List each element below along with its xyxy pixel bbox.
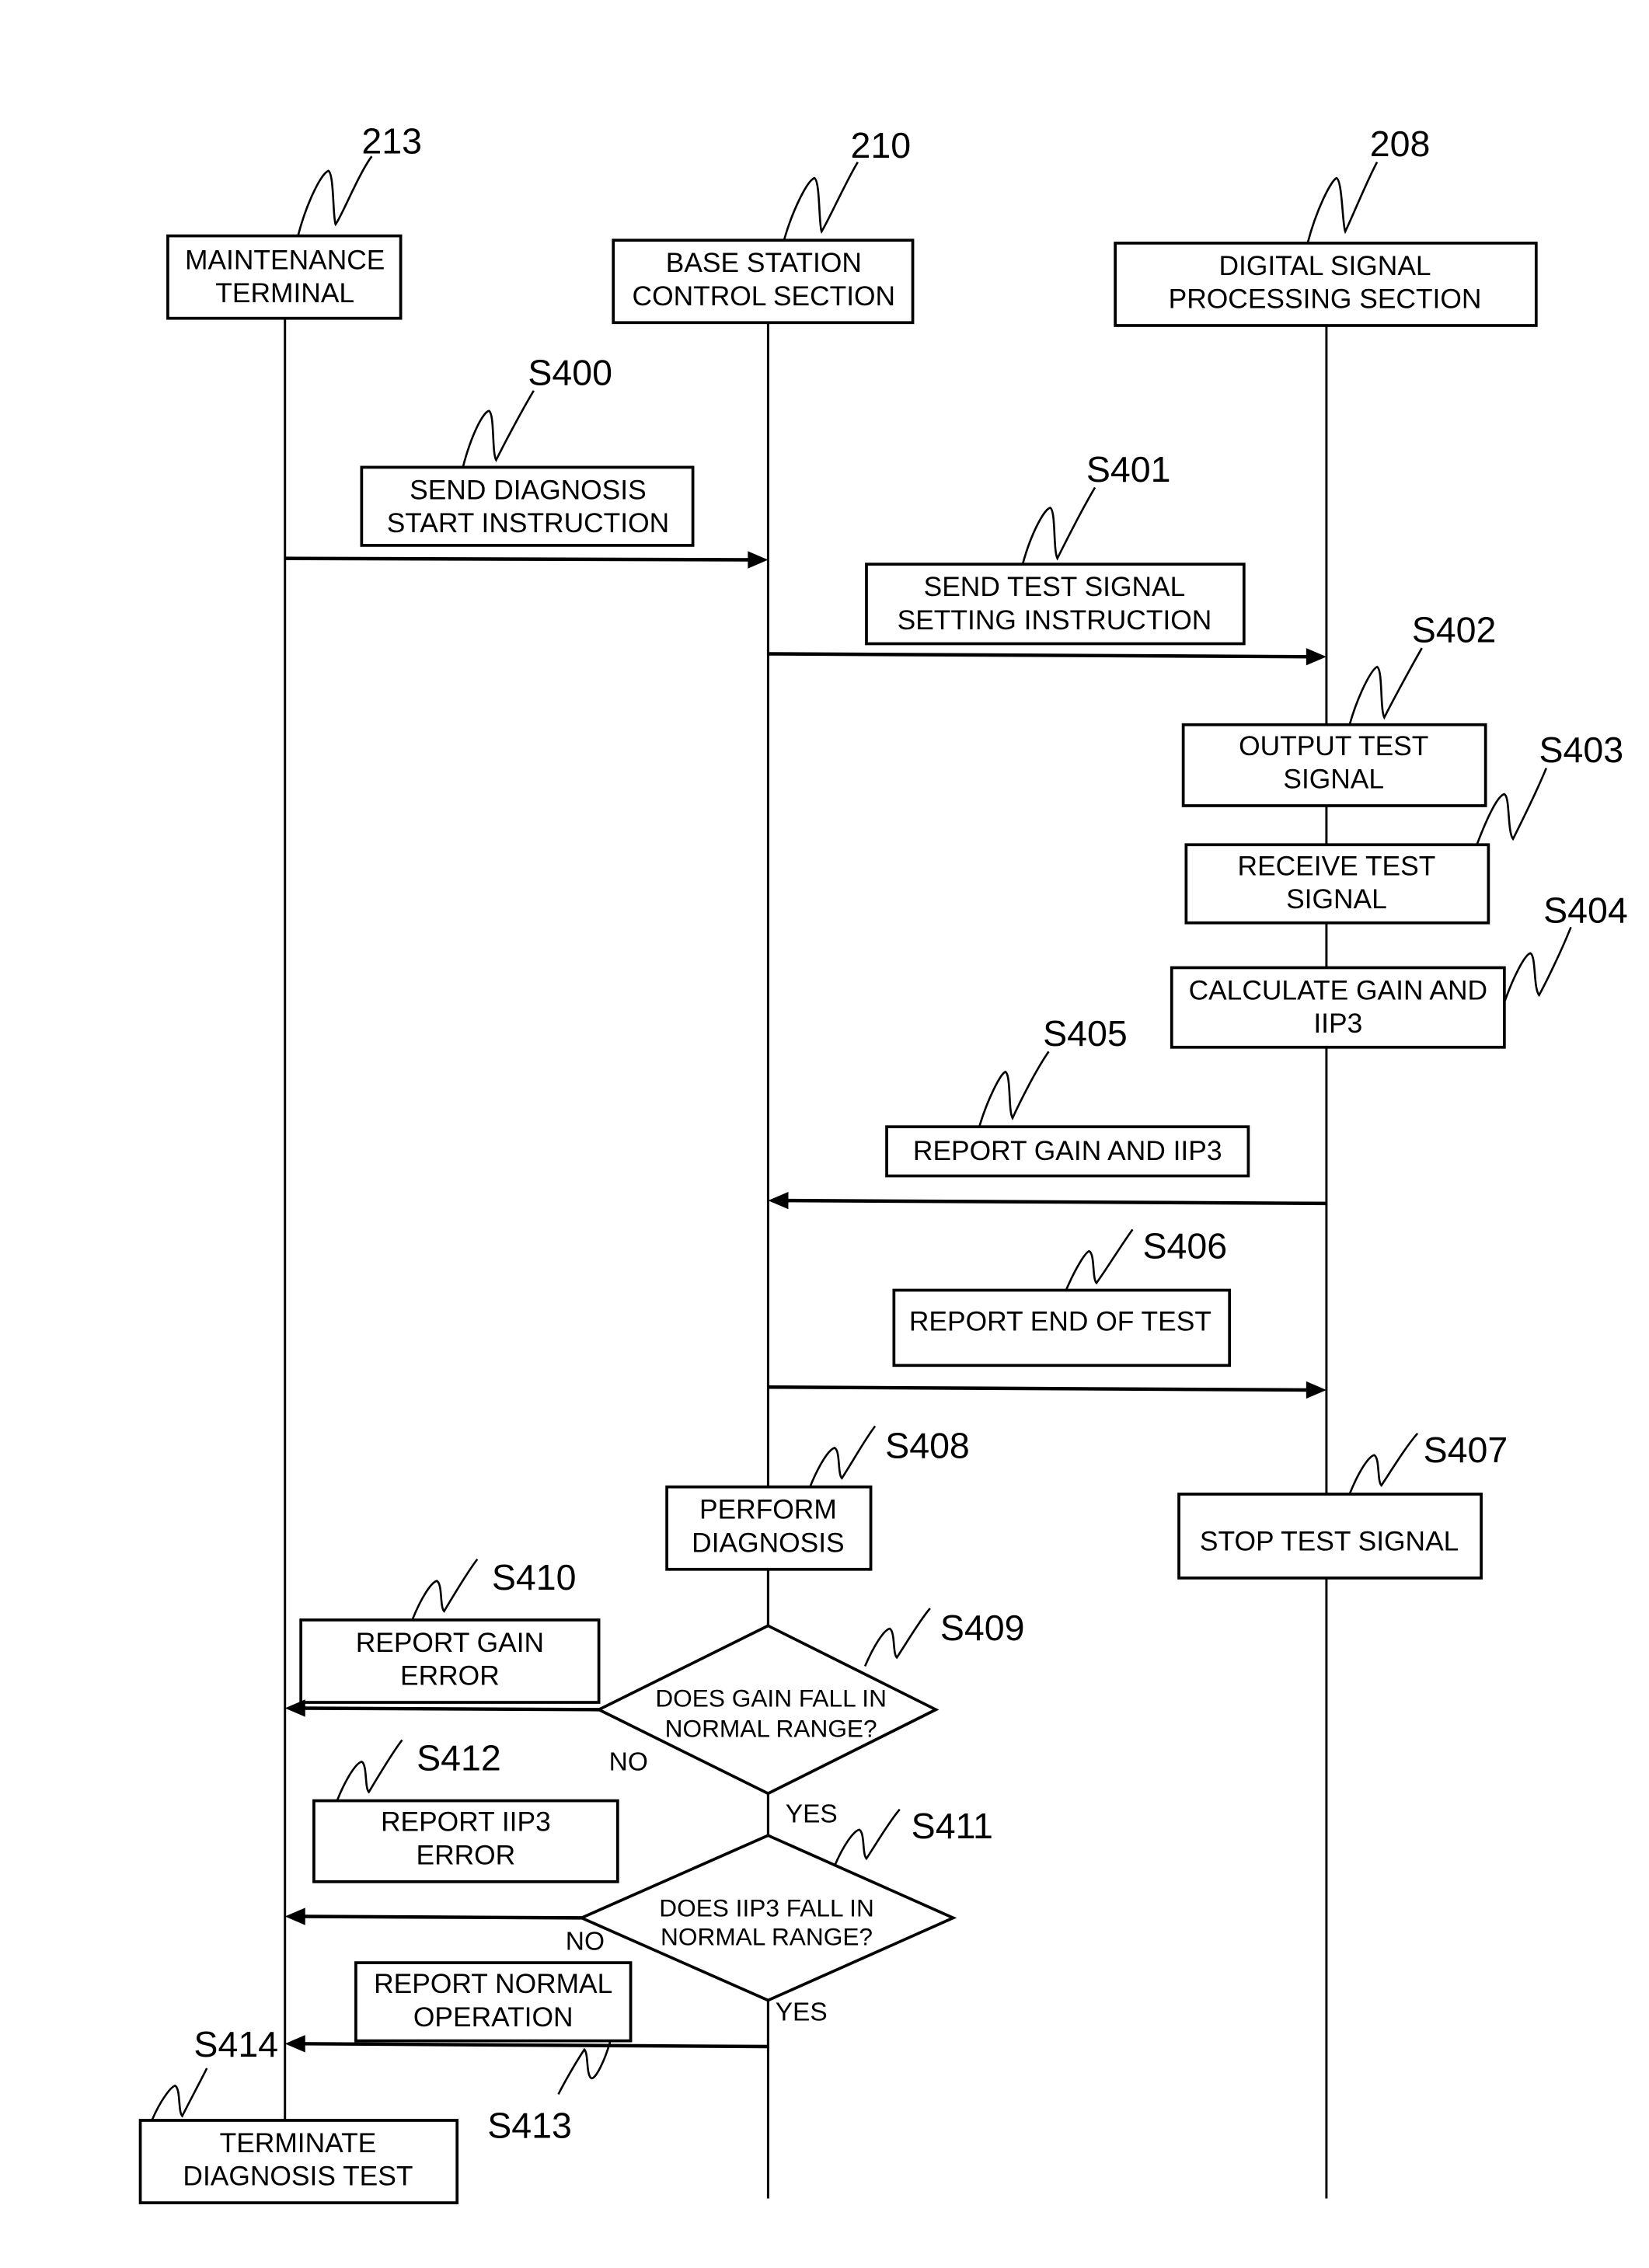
- arrowhead-right-icon: [748, 551, 769, 569]
- step-label-line1: TERMINATE: [220, 2128, 377, 2158]
- leader-squiggle-icon: [783, 161, 859, 241]
- lifeline-label-line2: TERMINAL: [215, 278, 354, 308]
- step-ref: S409: [940, 1608, 1025, 1648]
- step-s406: S406 REPORT END OF TEST: [768, 1226, 1327, 1399]
- leader-squiggle-icon: [336, 1739, 403, 1802]
- step-label-line1: REPORT GAIN: [356, 1628, 544, 1658]
- message-arrow: [301, 2042, 769, 2049]
- decision-label-line1: DOES IIP3 FALL IN: [659, 1894, 874, 1922]
- step-ref: S405: [1043, 1013, 1128, 1054]
- step-ref: S414: [193, 2024, 278, 2064]
- leader-squiggle-icon: [1503, 926, 1572, 1003]
- step-ref: S408: [885, 1425, 970, 1465]
- step-s401: S401 SEND TEST SIGNAL SETTING INSTRUCTIO…: [768, 449, 1327, 666]
- arrowhead-left-icon: [768, 1191, 789, 1210]
- step-ref: S406: [1143, 1226, 1228, 1266]
- sequence-diagram: 213 MAINTENANCE TERMINAL 210 BASE STATIO…: [138, 120, 1628, 2204]
- branch-label-no: NO: [566, 1927, 605, 1956]
- message-arrow: [284, 556, 752, 562]
- leader-squiggle-icon: [863, 1608, 931, 1667]
- leader-squiggle-icon: [1476, 768, 1548, 845]
- step-ref: S400: [528, 352, 612, 392]
- step-label-line1: PERFORM: [699, 1495, 837, 1525]
- message-arrow: [768, 652, 1311, 659]
- lifeline-label-line1: DIGITAL SIGNAL: [1218, 251, 1431, 281]
- leader-squiggle-icon: [1348, 647, 1423, 726]
- message-arrow: [301, 1706, 599, 1712]
- step-s414: S414 TERMINATE DIAGNOSIS TEST: [138, 2024, 459, 2204]
- step-label-line1: REPORT GAIN AND IIP3: [913, 1136, 1222, 1166]
- step-ref: S412: [417, 1738, 501, 1779]
- step-label-line1: REPORT END OF TEST: [909, 1307, 1211, 1337]
- step-label-line1: CALCULATE GAIN AND: [1189, 975, 1487, 1005]
- step-ref: S402: [1412, 610, 1497, 650]
- step-ref: S401: [1086, 449, 1171, 489]
- step-label-line1: REPORT NORMAL: [374, 1969, 612, 1999]
- step-label-line2: OPERATION: [413, 2002, 573, 2033]
- lifeline-label-line1: BASE STATION: [666, 248, 862, 278]
- leader-squiggle-icon: [462, 390, 535, 468]
- leader-squiggle-icon: [833, 1808, 901, 1866]
- step-label-line2: DIAGNOSIS: [692, 1528, 844, 1558]
- step-label-line1: REPORT IIP3: [381, 1807, 551, 1838]
- leader-squiggle-icon: [978, 1050, 1050, 1127]
- step-s412: S412 REPORT IIP3 ERROR: [284, 1738, 619, 1925]
- message-arrow: [783, 1198, 1327, 1206]
- step-label-line2: SETTING INSTRUCTION: [898, 605, 1212, 636]
- step-label-line2: IIP3: [1313, 1009, 1362, 1039]
- branch-label-yes: YES: [776, 1998, 828, 2027]
- leader-squiggle-icon: [411, 1558, 479, 1621]
- leader-squiggle-icon: [1021, 486, 1096, 565]
- leader-squiggle-icon: [151, 2068, 208, 2121]
- step-label-line2: DIAGNOSIS TEST: [183, 2162, 413, 2192]
- ref-label: 208: [1370, 124, 1431, 164]
- step-s410: S410 REPORT GAIN ERROR: [284, 1557, 601, 1717]
- leader-squiggle-icon: [809, 1425, 877, 1488]
- step-label-line2: SIGNAL: [1286, 884, 1387, 915]
- step-label-line1: STOP TEST SIGNAL: [1200, 1527, 1459, 1557]
- arrowhead-left-icon: [284, 1699, 305, 1717]
- step-label-line2: ERROR: [417, 1841, 516, 1871]
- step-label-line2: START INSTRUCTION: [387, 508, 669, 538]
- step-label-line1: OUTPUT TEST: [1239, 731, 1428, 761]
- leader-squiggle-icon: [1065, 1228, 1134, 1291]
- step-s400: S400 SEND DIAGNOSIS START INSTRUCTION: [284, 352, 769, 569]
- step-label-line1: SEND TEST SIGNAL: [924, 572, 1186, 602]
- leader-squiggle-icon: [1306, 162, 1379, 244]
- step-label-line1: SEND DIAGNOSIS: [410, 475, 647, 505]
- ref-label: 210: [851, 125, 912, 165]
- decision-label-line2: NORMAL RANGE?: [665, 1715, 877, 1743]
- message-arrow: [301, 1914, 582, 1920]
- step-ref: S411: [912, 1806, 993, 1846]
- message-arrow: [768, 1385, 1311, 1392]
- decision-label-line2: NORMAL RANGE?: [661, 1923, 873, 1951]
- branch-label-no: NO: [609, 1748, 648, 1777]
- step-label-line2: SIGNAL: [1283, 765, 1384, 795]
- ref-label: 213: [361, 120, 422, 161]
- leader-squiggle-icon: [557, 2040, 612, 2096]
- arrowhead-right-icon: [1306, 1381, 1327, 1399]
- step-ref: S413: [487, 2105, 572, 2145]
- step-s409-decision: S409 DOES GAIN FALL IN NORMAL RANGE? NO …: [595, 1608, 1025, 1829]
- step-s407: S407 STOP TEST SIGNAL: [1177, 1430, 1508, 1580]
- lifeline-label-line2: CONTROL SECTION: [633, 281, 896, 312]
- arrowhead-right-icon: [1306, 648, 1327, 666]
- step-label-line1: RECEIVE TEST: [1238, 851, 1436, 881]
- step-ref: S403: [1539, 730, 1624, 770]
- arrowhead-left-icon: [284, 1907, 305, 1925]
- leader-squiggle-icon: [1348, 1432, 1419, 1495]
- step-s408: S408 PERFORM DIAGNOSIS: [665, 1425, 970, 1571]
- step-ref: S410: [492, 1557, 577, 1597]
- lifeline-label-line2: PROCESSING SECTION: [1169, 284, 1482, 315]
- decision-label-line1: DOES GAIN FALL IN: [655, 1684, 887, 1712]
- step-ref: S404: [1543, 890, 1628, 931]
- branch-label-yes: YES: [786, 1800, 838, 1829]
- leader-squiggle-icon: [297, 155, 373, 236]
- arrowhead-left-icon: [284, 2035, 305, 2053]
- lifeline-label-line1: MAINTENANCE: [185, 245, 385, 275]
- step-ref: S407: [1424, 1430, 1508, 1470]
- step-s413: REPORT NORMAL OPERATION S413: [284, 1961, 769, 2145]
- step-label-line2: ERROR: [400, 1661, 500, 1691]
